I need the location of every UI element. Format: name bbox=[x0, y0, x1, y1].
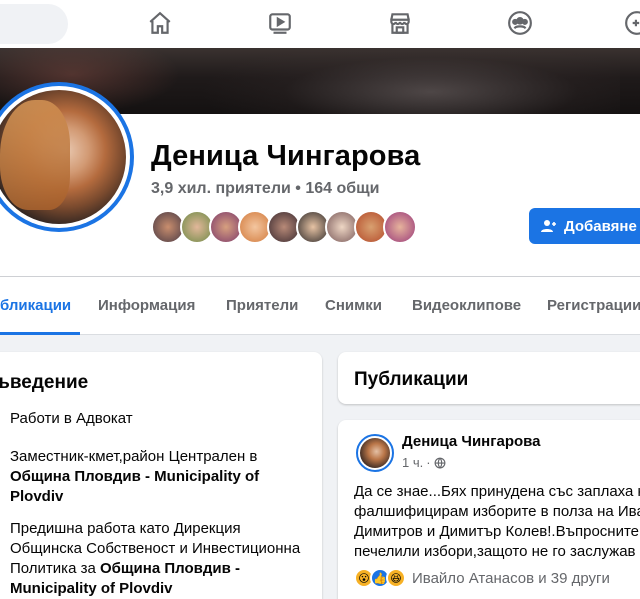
avatar[interactable] bbox=[383, 210, 417, 244]
profile-tabs: бликации Информация Приятели Снимки Виде… bbox=[0, 277, 640, 335]
post-reactions[interactable]: 😮 👍 😆 Ивайло Атанасов и 39 други bbox=[354, 568, 610, 588]
tab-videos[interactable]: Видеоклипове bbox=[412, 297, 521, 314]
friends-count[interactable]: 3,9 хил. приятели • 164 общи bbox=[151, 180, 379, 198]
haha-reaction-icon: 😆 bbox=[386, 568, 406, 588]
tab-check-ins[interactable]: Регистрации bbox=[547, 297, 640, 314]
current-job-org-link[interactable]: Община Пловдив - Municipality of bbox=[10, 468, 259, 485]
avatar[interactable] bbox=[356, 434, 394, 472]
post-author[interactable]: Деница Чингарова bbox=[402, 433, 541, 450]
past-job-title-2: Общинска Собственост и Инвестиционна bbox=[10, 540, 301, 557]
groups-icon[interactable] bbox=[505, 8, 535, 38]
marketplace-icon[interactable] bbox=[385, 8, 415, 38]
meta-separator: · bbox=[426, 455, 431, 470]
intro-card: ъведение Работи в Адвокат Заместник-кмет… bbox=[0, 352, 322, 599]
current-job-title: Заместник-кмет,район Централен в bbox=[10, 448, 258, 465]
profile-name: Деница Чингарова bbox=[151, 140, 421, 172]
mutual-friends-avatars[interactable] bbox=[151, 210, 417, 244]
active-tab-indicator bbox=[0, 332, 80, 335]
add-person-icon bbox=[541, 220, 556, 232]
post-text: Да се знае...Бях принудена със заплаха к… bbox=[354, 482, 640, 562]
profile-header: Деница Чингарова 3,9 хил. приятели • 164… bbox=[0, 82, 640, 276]
search-input[interactable] bbox=[0, 4, 68, 44]
past-job-title-3: Политика за bbox=[10, 560, 100, 577]
add-friend-label: Добавяне bbox=[564, 217, 637, 235]
tab-posts[interactable]: бликации bbox=[0, 297, 71, 314]
intro-past-job: Предишна работа като Дирекция Общинска С… bbox=[10, 519, 300, 599]
watch-icon[interactable] bbox=[265, 8, 295, 38]
intro-work: Работи в Адвокат bbox=[10, 410, 133, 427]
gaming-icon[interactable] bbox=[622, 8, 640, 38]
add-friend-button[interactable]: Добавяне bbox=[529, 208, 640, 244]
posts-header-card: Публикации bbox=[338, 352, 640, 404]
post-text-line: Да се знае...Бях принудена със заплаха к… bbox=[354, 483, 640, 500]
intro-current-job: Заместник-кмет,район Централен в Община … bbox=[10, 447, 259, 507]
home-icon[interactable] bbox=[145, 8, 175, 38]
post-text-line: фалшифицирам изборите в полза на Ива bbox=[354, 503, 640, 520]
post-card: Деница Чингарова 1 ч. · Да се знае...Бях… bbox=[338, 420, 640, 599]
past-job-org-link[interactable]: Община Пловдив - bbox=[100, 560, 240, 577]
posts-title: Публикации bbox=[354, 369, 469, 390]
post-meta: 1 ч. · bbox=[402, 455, 446, 470]
post-text-line: печелили избори,защото не го заслужав bbox=[354, 543, 636, 560]
post-text-line: Димитров и Димитър Колев!.Въпросните bbox=[354, 523, 639, 540]
tab-photos[interactable]: Снимки bbox=[325, 297, 382, 314]
tab-about[interactable]: Информация bbox=[98, 297, 195, 314]
post-timestamp[interactable]: 1 ч. bbox=[402, 455, 423, 470]
intro-title: ъведение bbox=[0, 372, 89, 393]
past-job-title-1: Предишна работа като Дирекция bbox=[10, 520, 241, 537]
reactions-summary[interactable]: Ивайло Атанасов и 39 други bbox=[412, 570, 610, 587]
globe-icon bbox=[434, 457, 446, 469]
current-job-org-link-cont[interactable]: Plovdiv bbox=[10, 488, 63, 505]
top-navigation-bar bbox=[0, 0, 640, 48]
tab-friends[interactable]: Приятели bbox=[226, 297, 298, 314]
past-job-org-link-cont[interactable]: Municipality of Plovdiv bbox=[10, 580, 173, 597]
